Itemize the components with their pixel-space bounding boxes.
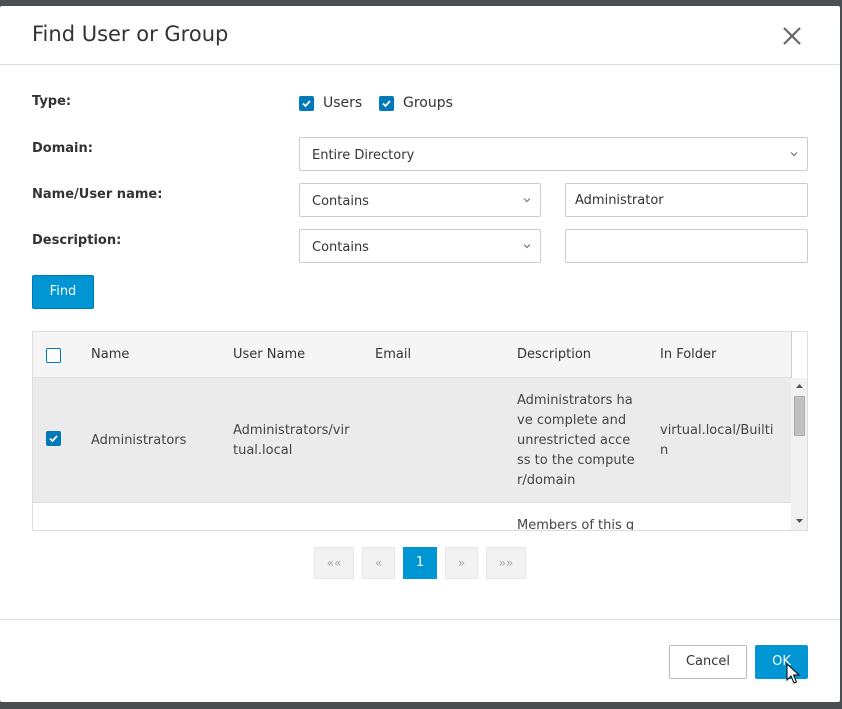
row-checkbox[interactable]: [46, 431, 61, 446]
row-in-folder-line: n: [660, 443, 669, 458]
table-row[interactable]: Members of this g: [33, 504, 791, 531]
description-input[interactable]: [565, 229, 808, 263]
column-header-description[interactable]: Description: [517, 347, 591, 362]
close-button[interactable]: [780, 24, 804, 48]
check-icon: [49, 435, 58, 443]
name-label: Name/User name:: [32, 187, 163, 202]
row-user-name-line: tual.local: [233, 443, 293, 458]
select-all-checkbox[interactable]: [46, 348, 61, 363]
scroll-thumb[interactable]: [794, 396, 805, 436]
close-icon: [783, 27, 801, 45]
name-operator-select[interactable]: Contains: [299, 183, 541, 217]
pager-prev-button[interactable]: «: [362, 547, 395, 579]
row-in-folder-line: virtual.local/Builti: [660, 423, 774, 438]
ok-button[interactable]: OK: [755, 645, 808, 679]
dialog-title: Find User or Group: [32, 22, 229, 46]
pager-next-button[interactable]: »: [445, 547, 478, 579]
domain-select-value: Entire Directory: [312, 148, 415, 163]
check-icon: [302, 100, 311, 108]
description-operator-value: Contains: [312, 240, 369, 255]
row-description-line: r/domain: [517, 473, 576, 488]
groups-checkbox[interactable]: [379, 96, 394, 111]
description-label: Description:: [32, 233, 122, 248]
name-operator-value: Contains: [312, 194, 369, 209]
column-header-name[interactable]: Name: [91, 347, 129, 362]
dialog-header: Find User or Group: [0, 6, 840, 65]
chevron-down-icon: [523, 244, 531, 249]
users-checkbox-label: Users: [323, 95, 363, 111]
row-description: Members of this g: [517, 516, 635, 531]
domain-select[interactable]: Entire Directory: [299, 137, 808, 171]
grid-scrollbar[interactable]: [791, 378, 807, 530]
results-grid: Name User Name Email Description In Fold…: [32, 331, 808, 531]
scroll-up-icon: [796, 384, 803, 388]
scroll-down-icon: [796, 519, 803, 523]
pager-current-page[interactable]: 1: [403, 547, 437, 579]
grid-header: Name User Name Email Description In Fold…: [33, 332, 791, 378]
users-checkbox[interactable]: [299, 96, 314, 111]
row-name: Administrators: [91, 433, 187, 448]
chevron-down-icon: [790, 152, 798, 157]
row-description-line: unrestricted acce: [517, 433, 631, 448]
row-user-name-line: Administrators/vir: [233, 423, 350, 438]
groups-checkbox-label: Groups: [403, 95, 453, 111]
row-description-line: Administrators ha: [517, 393, 633, 408]
row-description: Administrators ha ve complete and unrest…: [517, 391, 635, 491]
row-user-name: Administrators/vir tual.local: [233, 421, 349, 461]
column-header-in-folder[interactable]: In Folder: [660, 347, 716, 362]
row-in-folder: virtual.local/Builti n: [660, 421, 773, 461]
footer-divider: [0, 619, 840, 620]
table-row[interactable]: Administrators Administrators/vir tual.l…: [33, 378, 791, 503]
row-description-line: ss to the compute: [517, 453, 635, 468]
pager-first-button[interactable]: ««: [314, 547, 354, 579]
column-header-email[interactable]: Email: [375, 347, 411, 362]
find-button[interactable]: Find: [32, 275, 94, 309]
row-description-line: ve complete and: [517, 413, 627, 428]
cancel-button[interactable]: Cancel: [669, 645, 747, 679]
name-input[interactable]: [565, 183, 808, 217]
find-user-group-dialog: Find User or Group Type: Users Groups Do…: [0, 6, 840, 702]
header-divider: [791, 332, 792, 378]
column-header-user-name[interactable]: User Name: [233, 347, 305, 362]
type-label: Type:: [32, 94, 72, 109]
chevron-down-icon: [523, 198, 531, 203]
mouse-cursor-icon: [786, 663, 800, 684]
check-icon: [382, 100, 391, 108]
description-operator-select[interactable]: Contains: [299, 229, 541, 263]
pager-last-button[interactable]: »»: [486, 547, 526, 579]
domain-label: Domain:: [32, 141, 93, 156]
row-description-line: Members of this g: [517, 518, 635, 531]
